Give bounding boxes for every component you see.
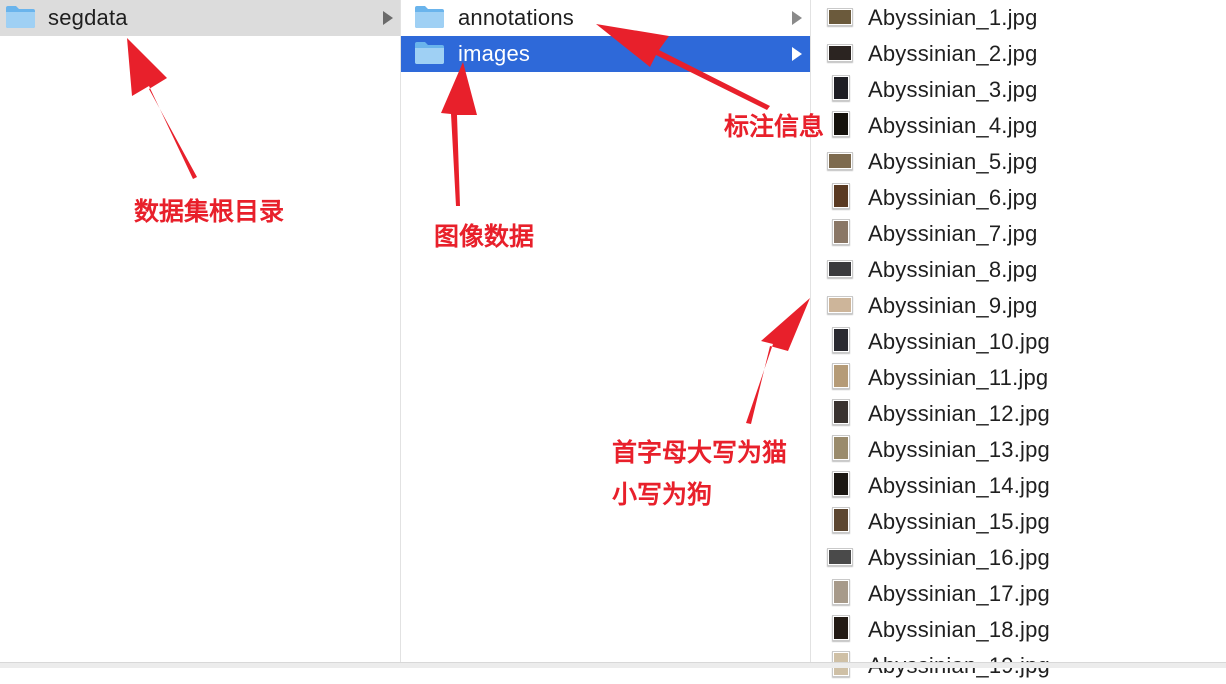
file-name: Abyssinian_15.jpg	[868, 509, 1050, 534]
file-name: Abyssinian_17.jpg	[868, 581, 1050, 606]
folder-name: annotations	[458, 5, 574, 30]
column-images: Abyssinian_1.jpg Abyssinian_2.jpg Abyssini…	[811, 0, 1226, 678]
file-row[interactable]: Abyssinian_8.jpg	[811, 252, 1226, 288]
file-name: Abyssinian_6.jpg	[868, 185, 1038, 210]
file-row[interactable]: Abyssinian_12.jpg	[811, 396, 1226, 432]
file-name: Abyssinian_13.jpg	[868, 437, 1050, 462]
file-row[interactable]: Abyssinian_1.jpg	[811, 0, 1226, 36]
image-thumbnail-icon	[827, 111, 853, 137]
image-thumbnail-icon	[827, 147, 853, 173]
folder-icon	[415, 6, 444, 28]
folder-name: segdata	[48, 5, 128, 30]
image-thumbnail-icon	[827, 219, 853, 245]
file-name: Abyssinian_11.jpg	[868, 365, 1049, 390]
file-name: Abyssinian_18.jpg	[868, 617, 1050, 642]
file-row[interactable]: Abyssinian_7.jpg	[811, 216, 1226, 252]
file-name: Abyssinian_2.jpg	[868, 41, 1038, 66]
file-name: Abyssinian_1.jpg	[868, 5, 1038, 30]
annotation-image-data: 图像数据	[434, 222, 535, 251]
image-thumbnail-icon	[827, 327, 853, 353]
file-name: Abyssinian_4.jpg	[868, 113, 1038, 138]
horizontal-scrollbar-track[interactable]	[0, 662, 1226, 668]
file-row[interactable]: Abyssinian_6.jpg	[811, 180, 1226, 216]
image-thumbnail-icon	[827, 399, 853, 425]
image-thumbnail-icon	[827, 435, 853, 461]
annotation-root-dir: 数据集根目录	[134, 197, 285, 226]
file-name: Abyssinian_12.jpg	[868, 401, 1050, 426]
folder-icon	[6, 6, 35, 28]
file-name: Abyssinian_5.jpg	[868, 149, 1038, 174]
file-name: Abyssinian_7.jpg	[868, 221, 1038, 246]
disclosure-triangle-icon[interactable]	[792, 11, 802, 25]
folder-row-images[interactable]: images	[401, 36, 810, 72]
annotation-naming-line2: 小写为狗	[612, 480, 713, 509]
column-root: segdata	[0, 0, 401, 662]
file-row[interactable]: Abyssinian_11.jpg	[811, 360, 1226, 396]
file-row[interactable]: Abyssinian_13.jpg	[811, 432, 1226, 468]
file-name: Abyssinian_9.jpg	[868, 293, 1038, 318]
file-row[interactable]: Abyssinian_14.jpg	[811, 468, 1226, 504]
image-thumbnail-icon	[827, 543, 853, 569]
file-row[interactable]: Abyssinian_18.jpg	[811, 612, 1226, 648]
image-thumbnail-icon	[827, 363, 853, 389]
folder-row-annotations[interactable]: annotations	[401, 0, 810, 36]
folder-row-segdata[interactable]: segdata	[0, 0, 400, 36]
annotation-label-info: 标注信息	[724, 112, 825, 141]
image-thumbnail-icon	[827, 75, 853, 101]
file-row[interactable]: Abyssinian_10.jpg	[811, 324, 1226, 360]
file-name: Abyssinian_3.jpg	[868, 77, 1038, 102]
file-row[interactable]: Abyssinian_15.jpg	[811, 504, 1226, 540]
file-name: Abyssinian_10.jpg	[868, 329, 1050, 354]
column-segdata: annotations images	[401, 0, 811, 662]
folder-icon	[415, 42, 444, 64]
disclosure-triangle-icon[interactable]	[792, 47, 802, 61]
file-row[interactable]: Abyssinian_2.jpg	[811, 36, 1226, 72]
image-thumbnail-icon	[827, 255, 853, 281]
image-thumbnail-icon	[827, 471, 853, 497]
image-thumbnail-icon	[827, 39, 853, 65]
file-row[interactable]: Abyssinian_3.jpg	[811, 72, 1226, 108]
file-row[interactable]: Abyssinian_17.jpg	[811, 576, 1226, 612]
image-thumbnail-icon	[827, 291, 853, 317]
file-row[interactable]: Abyssinian_4.jpg	[811, 108, 1226, 144]
image-thumbnail-icon	[827, 615, 853, 641]
file-row[interactable]: Abyssinian_9.jpg	[811, 288, 1226, 324]
annotation-naming-line1: 首字母大写为猫	[612, 438, 788, 467]
disclosure-triangle-icon[interactable]	[383, 11, 393, 25]
file-row[interactable]: Abyssinian_16.jpg	[811, 540, 1226, 576]
image-thumbnail-icon	[827, 579, 853, 605]
image-thumbnail-icon	[827, 183, 853, 209]
file-row[interactable]: Abyssinian_5.jpg	[811, 144, 1226, 180]
image-thumbnail-icon	[827, 507, 853, 533]
file-name: Abyssinian_8.jpg	[868, 257, 1038, 282]
file-name: Abyssinian_14.jpg	[868, 473, 1050, 498]
folder-name: images	[458, 41, 531, 66]
file-name: Abyssinian_16.jpg	[868, 545, 1050, 570]
image-thumbnail-icon	[827, 3, 853, 29]
